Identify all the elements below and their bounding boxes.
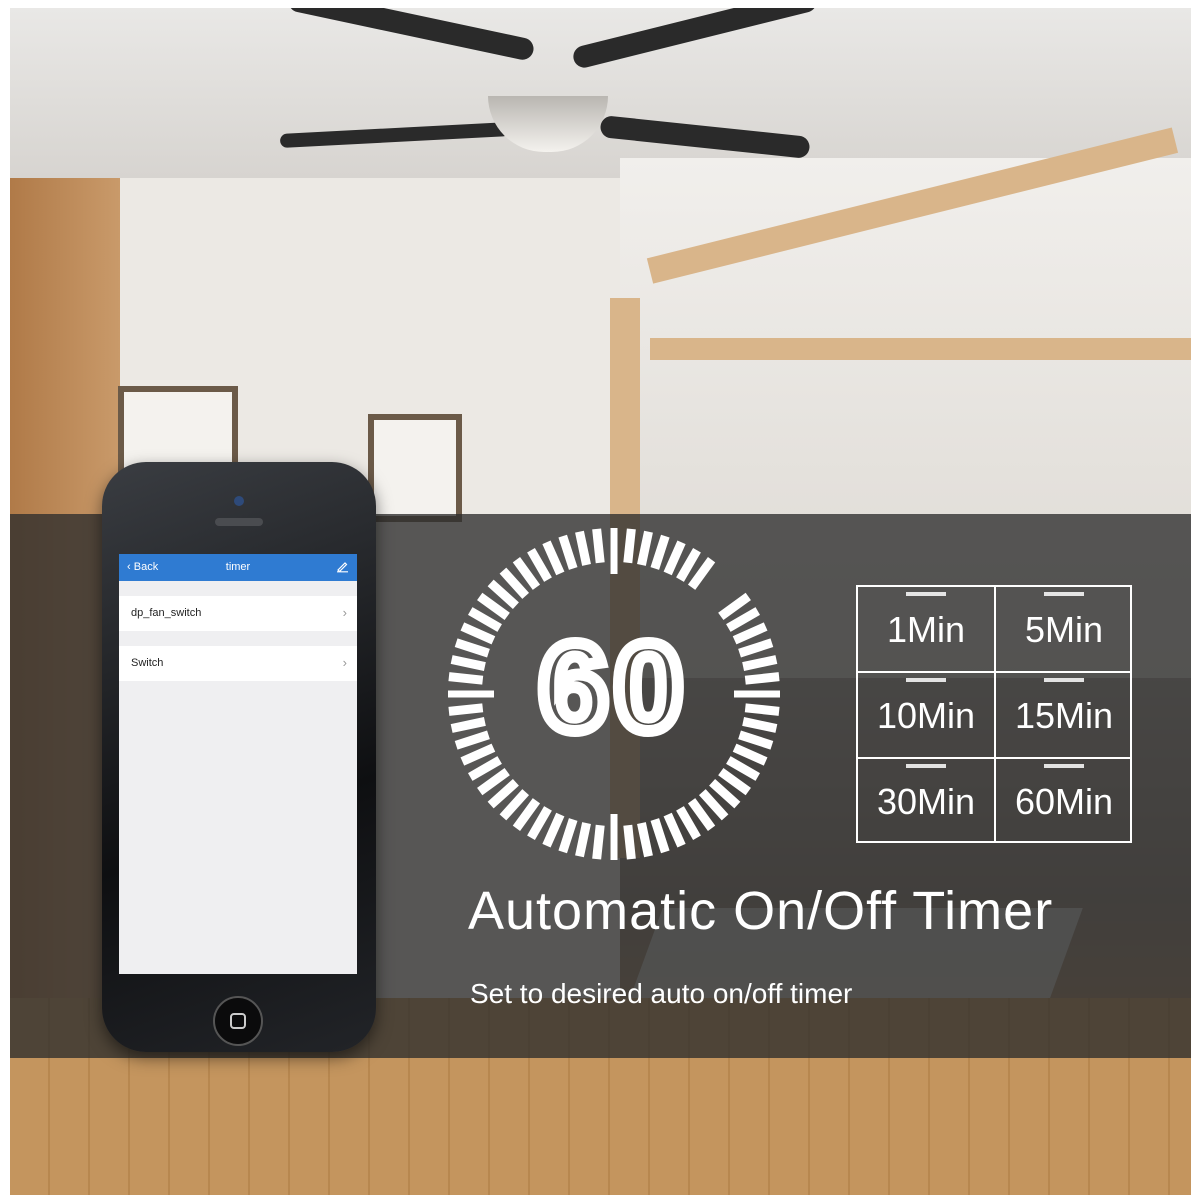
app-title: timer <box>225 561 251 573</box>
grid-divider <box>994 587 996 841</box>
timer-option-15min[interactable]: 15Min <box>996 673 1132 758</box>
subheadline: Set to desired auto on/off timer <box>470 978 853 1009</box>
dial-tick <box>448 672 484 685</box>
timer-option-5min[interactable]: 5Min <box>996 587 1132 672</box>
dial-tick <box>450 717 486 733</box>
dial-tick <box>637 530 653 566</box>
timer-value: 60 <box>539 619 689 757</box>
speaker-grille <box>215 518 263 526</box>
dial-tick <box>575 530 591 566</box>
chevron-right-icon: › <box>342 655 347 670</box>
dial-tick <box>527 806 552 841</box>
edit-icon[interactable] <box>335 559 349 573</box>
timer-options-grid: 1Min 5Min 10Min 15Min 30Min 60Min <box>856 585 1132 843</box>
dial-tick <box>726 756 761 781</box>
list-item-dp-fan-switch[interactable]: dp_fan_switch › <box>119 596 357 631</box>
dial-tick <box>718 592 751 621</box>
dial-tick <box>592 824 605 860</box>
dial-tick <box>676 547 701 582</box>
dial-tick <box>663 540 686 576</box>
timer-dial: 60 <box>448 528 780 860</box>
timer-option-10min[interactable]: 10Min <box>858 673 994 758</box>
dial-tick <box>542 812 565 848</box>
dial-tick <box>558 818 578 854</box>
product-banner: ‹ Back timer dp_fan_switch › Switch › 60… <box>10 8 1191 1195</box>
dial-tick <box>460 743 496 766</box>
dial-tick <box>726 607 761 632</box>
dial-tick <box>732 743 768 766</box>
timer-option-30min[interactable]: 30Min <box>858 759 994 844</box>
dial-tick <box>623 528 636 564</box>
dial-tick <box>467 756 502 781</box>
dial-tick <box>687 557 716 590</box>
dial-tick <box>448 703 484 716</box>
dial-tick <box>663 812 686 848</box>
dial-tick <box>575 822 591 858</box>
list-item-label: dp_fan_switch <box>131 607 202 619</box>
dial-tick <box>454 638 490 658</box>
truss-beam <box>650 338 1191 360</box>
timer-option-60min[interactable]: 60Min <box>996 759 1132 844</box>
dial-tick <box>527 547 552 582</box>
wall-picture <box>368 414 462 522</box>
dial-tick <box>744 703 780 716</box>
home-button-icon <box>230 1013 246 1029</box>
dial-tick <box>676 806 701 841</box>
timer-option-1min[interactable]: 1Min <box>858 587 994 672</box>
dial-tick <box>742 717 778 733</box>
list-item-label: Switch <box>131 657 164 669</box>
home-button[interactable] <box>213 996 263 1046</box>
dial-tick <box>637 822 653 858</box>
grid-divider <box>858 671 1130 673</box>
app-screen: ‹ Back timer dp_fan_switch › Switch › <box>119 554 357 974</box>
dial-tick <box>744 672 780 685</box>
dial-tick <box>558 534 578 570</box>
camera-icon <box>234 496 244 506</box>
dial-tick <box>738 638 774 658</box>
ceiling <box>10 8 1191 178</box>
app-header: ‹ Back timer <box>119 554 357 581</box>
chevron-right-icon: › <box>342 605 347 620</box>
dial-tick <box>467 607 502 632</box>
smartphone: ‹ Back timer dp_fan_switch › Switch › <box>102 462 376 1052</box>
dial-tick <box>650 534 670 570</box>
list-item-switch[interactable]: Switch › <box>119 646 357 681</box>
dial-tick <box>542 540 565 576</box>
dial-tick <box>460 622 496 645</box>
dial-tick <box>738 730 774 750</box>
dial-tick <box>450 655 486 671</box>
dial-tick <box>454 730 490 750</box>
dial-tick <box>650 818 670 854</box>
grid-divider <box>858 757 1130 759</box>
dial-tick <box>592 528 605 564</box>
headline: Automatic On/Off Timer <box>468 881 1054 941</box>
dial-tick <box>742 655 778 671</box>
dial-tick <box>732 622 768 645</box>
dial-tick <box>623 824 636 860</box>
